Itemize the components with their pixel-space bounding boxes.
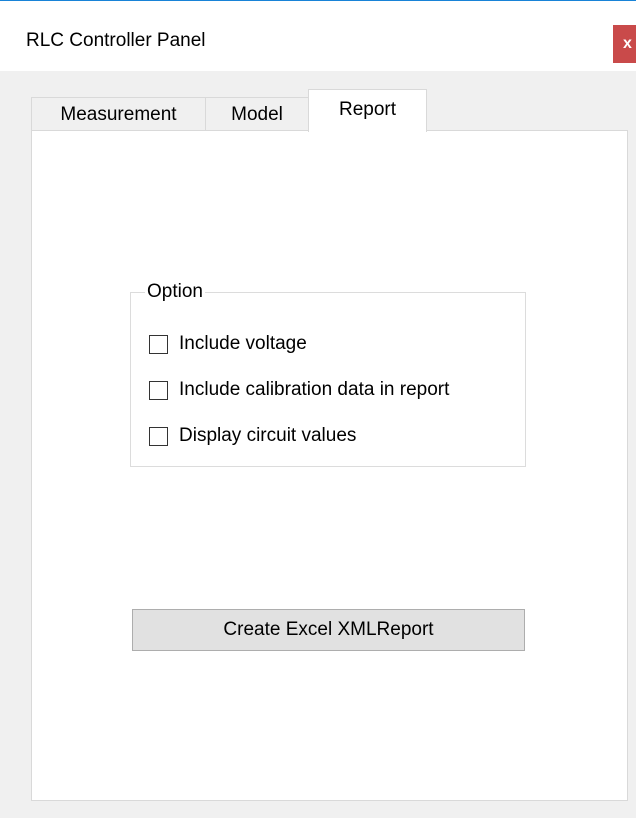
display-circuit-values-checkbox[interactable]: Display circuit values bbox=[149, 424, 356, 448]
include-voltage-checkbox[interactable]: Include voltage bbox=[149, 332, 307, 356]
close-icon: x bbox=[623, 35, 632, 52]
tab-label: Model bbox=[231, 104, 283, 125]
rlc-controller-window: RLC Controller Panel x Measurement Model… bbox=[0, 0, 636, 818]
close-button[interactable]: x bbox=[613, 25, 636, 63]
include-calibration-data-checkbox[interactable]: Include calibration data in report bbox=[149, 378, 449, 402]
checkbox-box[interactable] bbox=[149, 380, 168, 400]
checkbox-box[interactable] bbox=[149, 426, 168, 446]
option-groupbox: Option Include voltage Include calibrati… bbox=[130, 280, 526, 467]
tab-measurement[interactable]: Measurement bbox=[31, 97, 206, 131]
tab-label: Report bbox=[338, 99, 397, 120]
window-title: RLC Controller Panel bbox=[26, 30, 206, 51]
tab-model[interactable]: Model bbox=[205, 97, 309, 131]
tab-label: Measurement bbox=[60, 104, 177, 125]
checkbox-label: Include voltage bbox=[179, 333, 307, 354]
tab-report[interactable]: Report bbox=[308, 89, 427, 132]
title-bar[interactable]: RLC Controller Panel x bbox=[0, 1, 636, 71]
report-tab-panel: Option Include voltage Include calibrati… bbox=[31, 130, 628, 801]
option-group-legend: Option bbox=[145, 280, 205, 304]
checkbox-label: Display circuit values bbox=[179, 425, 357, 446]
checkbox-label: Include calibration data in report bbox=[179, 379, 450, 400]
checkbox-box[interactable] bbox=[149, 334, 168, 354]
create-excel-xml-report-button[interactable]: Create Excel XMLReport bbox=[132, 609, 525, 651]
